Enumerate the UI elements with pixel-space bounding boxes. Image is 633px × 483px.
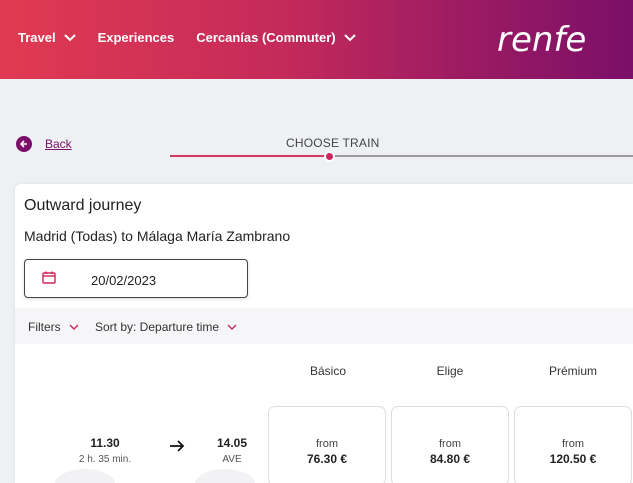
main-nav: Travel Experiences Cercanías (Commuter) [18,30,378,45]
nav-item-experiences[interactable]: Experiences [98,30,175,45]
step-title: CHOOSE TRAIN [286,136,380,150]
nav-item-label: Experiences [97,30,175,45]
sort-label: Sort by: Departure time [95,320,220,334]
departure-time: 11.30 [90,436,120,450]
fare-header-premium: Prémium [548,364,597,378]
date-value: 20/02/2023 [91,273,157,288]
arrival-time: 14.05 [216,436,248,450]
progress-line-rest [330,155,633,157]
from-label: from [562,438,584,450]
filters-label: Filters [28,320,61,334]
decorative-bump [195,469,255,483]
nav-item-label: Travel [18,30,56,45]
back-label: Back [45,137,72,151]
fare-card-premium[interactable]: from 120.50 € [514,406,632,483]
sort-dropdown[interactable]: Sort by: Departure time [95,320,237,334]
fare-price: 84.80 € [429,452,471,466]
calendar-icon [42,271,56,284]
filter-bar: Filters Sort by: Departure time [15,308,633,344]
fare-header-elige: Elige [436,364,464,378]
chevron-down-icon [343,33,356,41]
fare-price: 120.50 € [549,452,597,466]
nav-item-commuter[interactable]: Cercanías (Commuter) [196,30,356,45]
fare-card-basico[interactable]: from 76.30 € [268,406,386,483]
departure-block: 11.30 2 h. 35 min. [70,436,140,465]
renfe-logo[interactable]: renfe [497,20,586,60]
filters-dropdown[interactable]: Filters [28,320,79,334]
fare-card-elige[interactable]: from 84.80 € [391,406,509,483]
date-selector[interactable]: 20/02/2023 [24,259,248,298]
from-label: from [316,438,338,450]
decorative-bump [55,469,115,483]
chevron-down-icon [227,324,237,330]
chevron-down-icon [63,33,76,41]
journey-card: Outward journey Madrid (Todas) to Málaga… [15,184,633,483]
fare-header-basico: Básico [309,364,347,378]
journey-title: Outward journey [24,197,142,214]
nav-item-label: Cercanías (Commuter) [196,30,336,45]
from-label: from [439,438,461,450]
arrival-block: 14.05 AVE [207,436,257,465]
arrow-right-icon [170,440,185,452]
train-type: AVE [222,454,242,465]
nav-item-travel[interactable]: Travel [18,30,76,45]
trip-duration: 2 h. 35 min. [78,454,132,465]
top-header: Travel Experiences Cercanías (Commuter) … [0,0,633,79]
chevron-down-icon [69,324,79,330]
journey-route: Madrid (Todas) to Málaga María Zambrano [24,228,291,244]
fare-price: 76.30 € [306,452,348,466]
progress-current-dot [324,151,335,162]
back-arrow-icon [16,136,32,152]
back-link[interactable]: Back [16,136,72,152]
progress-line-active [170,155,330,157]
